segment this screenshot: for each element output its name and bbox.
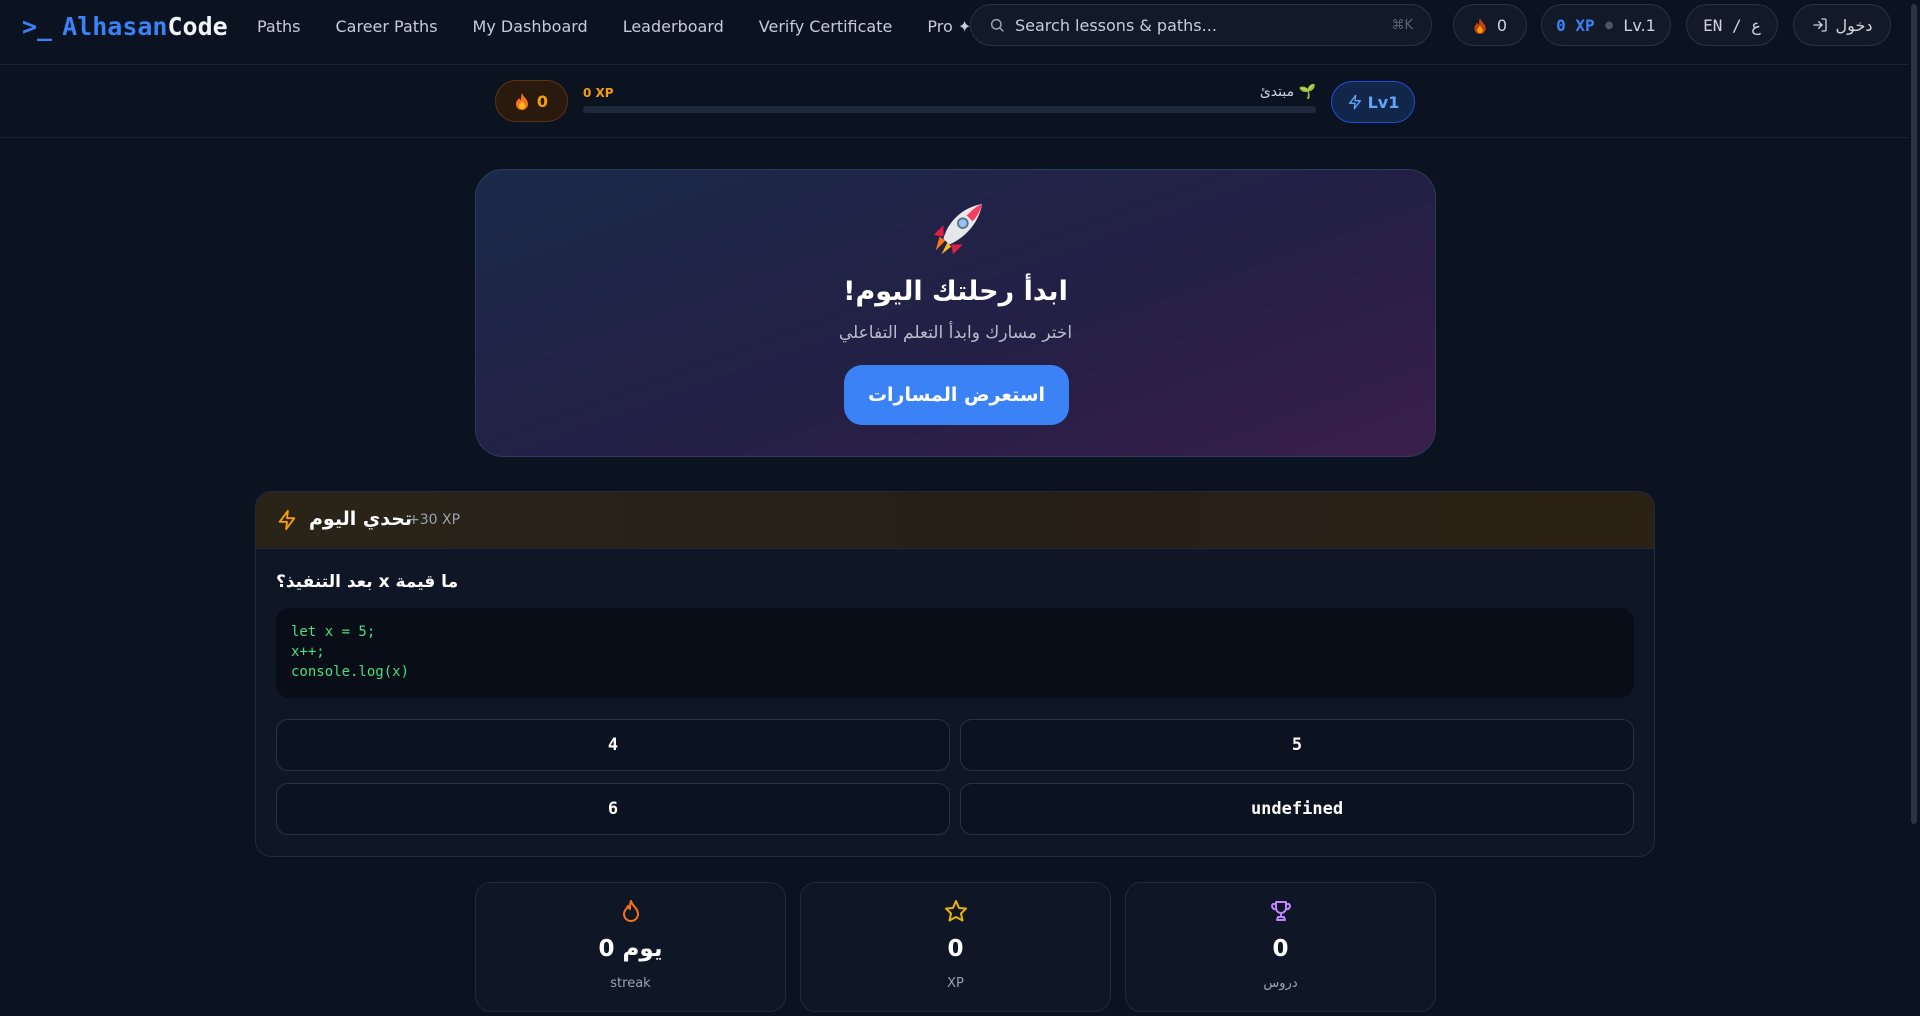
challenge-question: بعد التنفيذ؟ x ما قيمة [276, 572, 459, 592]
nav-link-pro[interactable]: Pro ✦ [927, 17, 971, 36]
code-snippet: let x = 5; x++; console.log(x) [276, 608, 1634, 698]
trophy-icon [1271, 901, 1291, 921]
login-icon [1812, 18, 1827, 32]
top-navigation: >_ Alhasan Code Paths Career Paths My Das… [0, 0, 1920, 65]
header-xp-value: 0 XP [1556, 15, 1595, 35]
brand-name-part2: Code [167, 11, 228, 41]
daily-challenge-card: تحدي اليوم +30 XP بعد التنفيذ؟ x ما قيمة… [255, 491, 1655, 857]
lightning-icon [278, 509, 296, 531]
answer-option-6[interactable]: 6 [276, 783, 950, 835]
main-nav: Paths Career Paths My Dashboard Leaderbo… [257, 0, 1006, 52]
stat-card-lessons: 0 دروس [1125, 882, 1436, 1012]
challenge-title: تحدي اليوم [309, 508, 413, 530]
search-shortcut-hint: ⌘K [1391, 17, 1413, 33]
flame-icon [515, 93, 528, 110]
stat-label: XP [947, 976, 964, 991]
lightning-icon [1348, 94, 1361, 110]
separator-dot: ● [1604, 19, 1614, 31]
nav-link-career-paths[interactable]: Career Paths [335, 17, 437, 36]
stat-value: يوم 0 [598, 936, 663, 962]
xp-progress: مبتدئ 🌱 0 XP [583, 84, 1316, 116]
search-box[interactable]: ⌘K [970, 4, 1432, 46]
search-input[interactable] [1015, 15, 1392, 35]
answer-option-undefined[interactable]: undefined [960, 783, 1634, 835]
star-icon [945, 900, 967, 922]
code-line: x++; [291, 644, 325, 660]
login-label: دخول [1835, 15, 1873, 35]
hero-subtitle: اختر مسارك وابدأ التعلم التفاعلي [838, 323, 1073, 343]
flame-icon [623, 900, 639, 922]
answer-option-4[interactable]: 4 [276, 719, 950, 771]
nav-link-leaderboard[interactable]: Leaderboard [623, 17, 724, 36]
challenge-reward: +30 XP [408, 512, 461, 528]
stat-label: streak [610, 976, 651, 991]
code-line: let x = 5; [291, 624, 376, 640]
header-xp-pill[interactable]: 0 XP ● Lv.1 [1541, 4, 1671, 46]
language-toggle[interactable]: EN / ع [1686, 4, 1778, 46]
stat-card-xp: 0 XP [800, 882, 1111, 1012]
stat-card-streak: يوم 0 streak [475, 882, 786, 1012]
answer-option-5[interactable]: 5 [960, 719, 1634, 771]
search-icon [990, 18, 1004, 32]
streak-chip-count: 0 [536, 91, 549, 111]
stat-value: 0 [947, 936, 964, 962]
brand-name-part1: Alhasan [62, 11, 168, 41]
stat-value: 0 [1272, 936, 1289, 962]
hero-title: !ابدأ رحلتك اليوم [843, 276, 1068, 307]
header-streak-pill[interactable]: 0 [1453, 4, 1527, 46]
brand-logo[interactable]: >_ Alhasan Code [22, 10, 228, 42]
flame-icon [1474, 17, 1486, 34]
nav-link-verify-certificate[interactable]: Verify Certificate [759, 17, 893, 36]
scrollbar-thumb[interactable] [1911, 4, 1917, 824]
nav-link-my-dashboard[interactable]: My Dashboard [473, 17, 588, 36]
code-line: console.log(x) [291, 664, 410, 680]
xp-progress-row: 0 مبتدئ 🌱 0 XP Lv1 [0, 66, 1920, 138]
header-streak-count: 0 [1496, 15, 1508, 35]
terminal-prompt-icon: >_ [22, 11, 53, 41]
stat-label: دروس [1263, 976, 1298, 991]
header-level-value: Lv.1 [1623, 15, 1656, 35]
streak-chip[interactable]: 0 [495, 80, 568, 122]
rocket-icon [933, 203, 983, 255]
challenge-header: تحدي اليوم +30 XP [256, 492, 1654, 549]
level-badge-label: Lv1 [1367, 92, 1400, 112]
nav-link-paths[interactable]: Paths [257, 17, 300, 36]
login-button[interactable]: دخول [1793, 4, 1891, 46]
rank-label: مبتدئ 🌱 [1259, 84, 1316, 100]
xp-progress-value: 0 XP [583, 86, 614, 100]
hero-card: !ابدأ رحلتك اليوم اختر مسارك وابدأ التعل… [475, 169, 1436, 457]
level-badge[interactable]: Lv1 [1331, 81, 1415, 123]
browse-paths-button[interactable]: استعرض المسارات [844, 365, 1069, 425]
xp-progress-bar [583, 106, 1316, 113]
